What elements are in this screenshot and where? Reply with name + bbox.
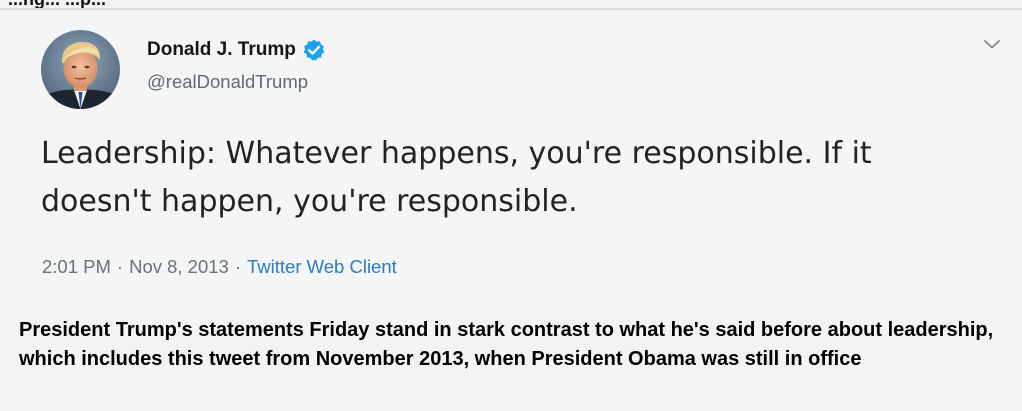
avatar[interactable]	[41, 30, 120, 109]
meta-separator: ·	[116, 256, 124, 277]
tweet-date[interactable]: Nov 8, 2013	[129, 256, 229, 277]
chevron-down-icon[interactable]	[981, 36, 1003, 52]
top-cropped-caption: ...ng... ...p...	[0, 0, 1022, 10]
top-cropped-caption-text: ...ng... ...p...	[8, 0, 106, 8]
tweet-time[interactable]: 2:01 PM	[42, 256, 111, 277]
caption-text: President Trump's statements Friday stan…	[19, 319, 994, 370]
tweet-card: Donald J. Trump @realDonaldTrump Leaders…	[0, 10, 1022, 302]
tweet-text: Leadership: Whatever happens, you're res…	[41, 136, 872, 219]
display-name[interactable]: Donald J. Trump	[147, 39, 296, 61]
tweet-meta: 2:01 PM · Nov 8, 2013 · Twitter Web Client	[42, 256, 397, 278]
verified-badge-icon	[302, 38, 326, 62]
meta-separator: ·	[234, 256, 242, 277]
handle[interactable]: @realDonaldTrump	[147, 71, 326, 93]
display-name-row: Donald J. Trump	[147, 37, 326, 63]
tweet-author: Donald J. Trump @realDonaldTrump	[147, 37, 326, 93]
avatar-image	[41, 30, 120, 109]
tweet-client-link[interactable]: Twitter Web Client	[247, 256, 397, 277]
